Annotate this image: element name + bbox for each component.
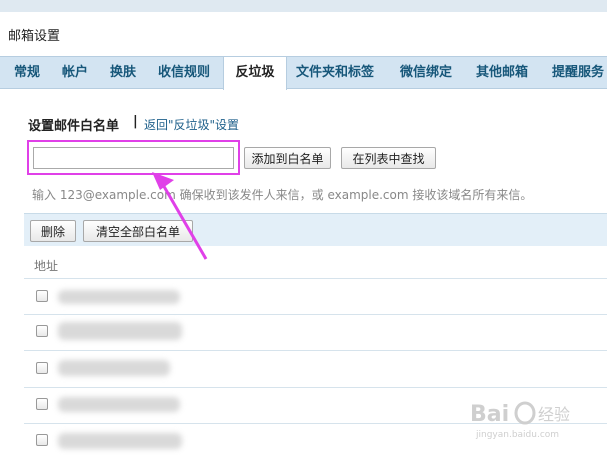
baidu-jingyan-watermark: Bai 经验 jingyan.baidu.com xyxy=(470,401,570,440)
watermark-brand: Bai xyxy=(470,402,509,427)
annotation-arrow xyxy=(152,172,208,260)
watermark-brand-suffix: 经验 xyxy=(538,405,570,424)
watermark-url: jingyan.baidu.com xyxy=(475,430,559,440)
